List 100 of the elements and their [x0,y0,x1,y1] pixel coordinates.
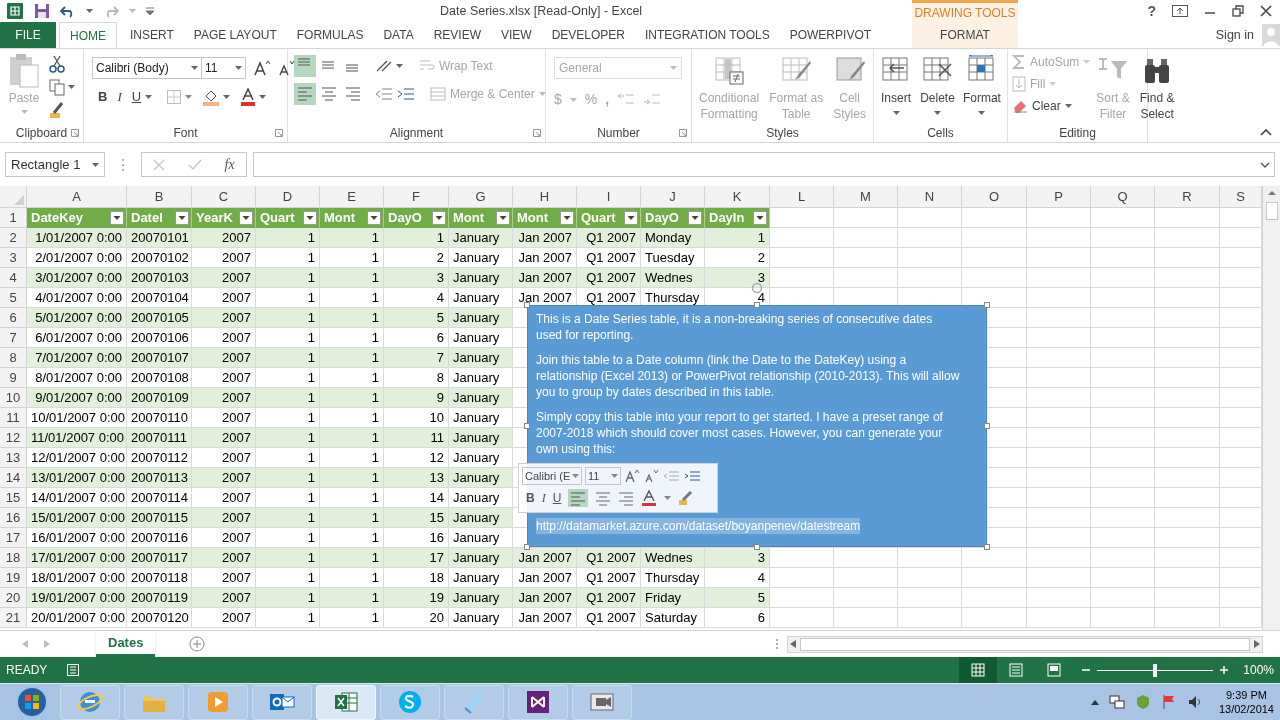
filter-button[interactable] [110,211,124,225]
column-header[interactable]: N [898,186,962,208]
shrink-font-icon[interactable] [276,59,296,77]
filter-button[interactable] [239,211,253,225]
column-header[interactable]: I [577,186,641,208]
resize-handle[interactable] [524,544,530,550]
row-header[interactable]: 10 [0,388,27,408]
network-icon[interactable] [1108,694,1125,710]
increase-indent-icon[interactable] [683,469,701,483]
customize-icon[interactable] [146,7,154,15]
ribbon-button[interactable]: Clear [1012,97,1091,115]
align-center-icon[interactable] [595,490,612,506]
ribbon-tab[interactable]: INTEGRATION TOOLS [635,22,780,48]
resize-handle[interactable] [754,302,760,308]
ribbon-display-icon[interactable] [1172,5,1188,17]
column-header[interactable]: L [770,186,834,208]
scroll-left-icon[interactable] [22,640,28,648]
speaker-icon[interactable] [1186,694,1203,710]
filter-button[interactable] [688,211,702,225]
ribbon-tab[interactable]: VIEW [491,22,542,48]
column-header[interactable]: E [320,186,384,208]
expand-icon[interactable] [1260,161,1270,168]
font-name-field[interactable]: Calibri (Body) [92,57,202,79]
grow-font-icon[interactable] [252,59,272,77]
increase-indent-icon[interactable] [396,85,416,103]
align-left-icon[interactable] [568,489,589,507]
zoom-level[interactable]: 100% [1243,661,1274,679]
filter-button[interactable] [560,211,574,225]
formula-input[interactable] [253,152,1275,177]
row-header[interactable]: 15 [0,488,27,508]
column-header[interactable]: G [449,186,513,208]
ribbon-tab[interactable]: DEVELOPER [541,22,635,48]
filter-button[interactable] [624,211,638,225]
restore-icon[interactable] [1232,5,1244,17]
row-header[interactable]: 20 [0,588,27,608]
filter-button[interactable] [367,211,381,225]
dialog-launcher-icon[interactable] [533,129,541,137]
clock-date[interactable]: 13/02/2014 [1218,702,1274,716]
underline-button[interactable]: U [552,489,562,507]
font-size-field[interactable]: 11 [202,57,246,79]
add-sheet-icon[interactable] [189,636,206,652]
row-header[interactable]: 8 [0,348,27,368]
ribbon-tab[interactable]: INSERT [120,22,184,48]
show-hidden-icon[interactable] [1090,699,1099,705]
ribbon-button[interactable]: Insert [876,53,917,124]
ribbon-tab[interactable]: FORMULAS [286,22,374,48]
resize-handle[interactable] [984,423,990,429]
slider-thumb[interactable] [1153,663,1158,677]
borders-icon[interactable] [166,88,183,105]
resize-handle[interactable] [984,544,990,550]
horizontal-scrollbar[interactable] [787,635,1264,653]
filter-button[interactable] [432,211,446,225]
column-header[interactable]: K [705,186,770,208]
column-header[interactable]: S [1220,186,1262,208]
help-button[interactable]: ? [1147,4,1156,18]
name-box[interactable]: Rectangle 1 [5,152,105,177]
decrease-indent-icon[interactable] [374,85,394,103]
row-header[interactable]: 12 [0,428,27,448]
row-header[interactable]: 7 [0,328,27,348]
font-color-icon[interactable] [641,490,658,506]
row-header[interactable]: 9 [0,368,27,388]
row-header[interactable]: 14 [0,468,27,488]
shrink-font-icon[interactable] [643,468,659,484]
collapse-ribbon-icon[interactable] [1260,128,1272,136]
row-header[interactable]: 13 [0,448,27,468]
scroll-thumb[interactable] [1265,202,1278,220]
ribbon-tab[interactable]: FORMAT [930,22,1000,48]
ribbon-button[interactable]: Format [958,53,1005,124]
row-header[interactable]: 1 [0,208,27,228]
row-header[interactable]: 16 [0,508,27,528]
taskbar-button[interactable] [572,684,632,720]
macro-record-icon[interactable] [67,664,80,676]
ribbon-tab[interactable]: DATA [373,22,424,48]
column-header[interactable]: M [834,186,898,208]
italic-button[interactable]: I [117,87,122,107]
font-color-icon[interactable] [240,87,257,106]
zoom-in-icon[interactable] [1219,665,1230,675]
column-header[interactable]: A [27,186,127,208]
font-size-field[interactable]: 11 [585,467,621,485]
flag-icon[interactable] [1160,694,1177,710]
zoom-slider[interactable] [1097,663,1214,677]
ribbon-tab[interactable]: HOME [59,22,117,48]
font-name-field[interactable]: Calibri (E [522,467,582,485]
column-header[interactable]: H [513,186,577,208]
column-header[interactable]: C [192,186,256,208]
column-header[interactable]: O [962,186,1027,208]
taskbar-button[interactable] [508,684,568,720]
resize-handle[interactable] [524,302,530,308]
dialog-launcher-icon[interactable] [71,129,79,137]
column-header[interactable]: D [256,186,320,208]
column-header[interactable]: F [384,186,449,208]
filter-button[interactable] [303,211,317,225]
column-header[interactable]: Q [1091,186,1155,208]
text-box[interactable] [527,305,987,547]
filter-button[interactable] [753,211,767,225]
bold-button[interactable]: B [526,489,535,507]
row-header[interactable]: 19 [0,568,27,588]
row-header[interactable]: 5 [0,288,27,308]
save-icon[interactable] [34,3,50,19]
column-header[interactable]: J [641,186,705,208]
